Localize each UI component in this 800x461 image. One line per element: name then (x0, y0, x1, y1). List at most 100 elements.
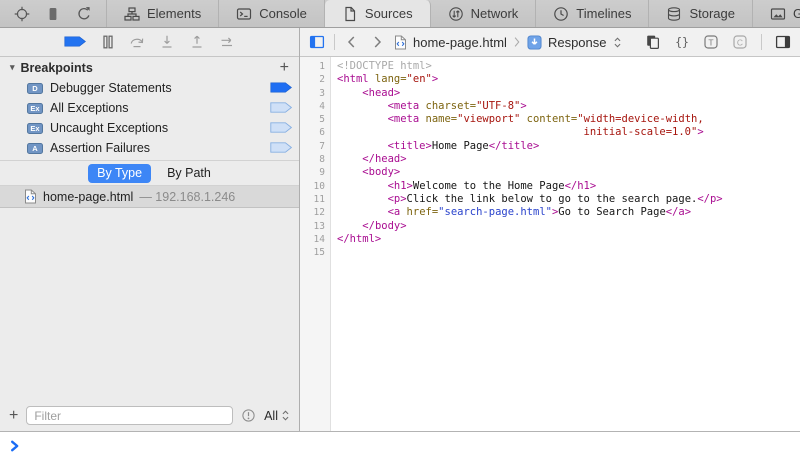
source-code-editor[interactable]: 123456789101112131415 <!DOCTYPE html><ht… (300, 57, 800, 431)
nav-divider (334, 34, 335, 50)
breakpoint-item[interactable]: DDebugger Statements (0, 78, 299, 98)
copy-icon[interactable] (645, 34, 661, 50)
breakpoint-label: Debugger Statements (50, 81, 172, 95)
pause-icon[interactable] (101, 34, 115, 50)
svg-text:C: C (737, 37, 743, 47)
resource-scope-select[interactable]: All (264, 409, 290, 423)
html-file-icon (24, 189, 37, 204)
code-line: initial-scale=1.0"> (337, 126, 800, 139)
console-tab-icon (236, 6, 252, 22)
debugger-toolbar (0, 28, 299, 57)
code-line (337, 246, 800, 259)
breakpoint-type-badge: Ex (27, 123, 43, 134)
create-resource-button[interactable]: + (9, 408, 18, 424)
updown-chevrons-icon-2[interactable] (613, 36, 622, 49)
type-profiler-icon[interactable]: T (703, 34, 719, 50)
svg-text:{}: {} (675, 35, 689, 49)
resource-view-label[interactable]: Response (548, 35, 607, 50)
step-into-icon[interactable] (159, 34, 175, 50)
tab-label: Graphics (793, 6, 800, 21)
line-number: 14 (300, 233, 325, 246)
step-next-icon[interactable] (219, 34, 235, 50)
network-tab-icon (448, 6, 464, 22)
line-number: 5 (300, 113, 325, 126)
nav-back-icon[interactable] (344, 34, 360, 50)
nav-divider-2 (761, 34, 762, 50)
quick-console-input[interactable] (0, 432, 800, 460)
line-number: 2 (300, 73, 325, 86)
breakpoint-item[interactable]: ExAll Exceptions (0, 98, 299, 118)
tab-label: Network (471, 6, 519, 21)
sidebar-left-toggle-icon[interactable] (309, 34, 325, 50)
timelines-tab-icon (553, 6, 569, 22)
breakpoint-on-icon[interactable] (270, 82, 293, 94)
breadcrumb-separator-icon (513, 35, 521, 49)
code-line: <body> (337, 166, 800, 179)
breakpoint-item[interactable]: Ex Uncaught Exceptions (0, 118, 299, 138)
tab-graphics[interactable]: Graphics (753, 0, 800, 27)
content-navigation-bar: home-page.html Response {} T C (300, 28, 800, 57)
breakpoint-type-badge: A (27, 143, 43, 154)
code-line: <html lang="en"> (337, 73, 800, 86)
line-number: 9 (300, 166, 325, 179)
breakpoints-list: DDebugger StatementsExAll Exceptions Ex Un… (0, 78, 299, 158)
code-area[interactable]: <!DOCTYPE html><html lang="en"> <head> <… (331, 57, 800, 431)
scope-by-type-button[interactable]: By Type (88, 164, 151, 183)
breakpoints-toggle-icon[interactable] (64, 36, 87, 48)
code-line: <meta charset="UTF-8"> (337, 100, 800, 113)
tab-label: Storage (689, 6, 735, 21)
content-pane: home-page.html Response {} T C 123456789… (300, 28, 800, 431)
element-picker-icon[interactable] (14, 6, 30, 22)
line-number: 6 (300, 126, 325, 139)
tab-sources[interactable]: Sources (325, 0, 431, 27)
sidebar-empty-space (0, 208, 299, 400)
device-settings-icon[interactable] (45, 6, 61, 22)
code-coverage-icon[interactable]: C (732, 34, 748, 50)
tab-console[interactable]: Console (219, 0, 325, 27)
editor-actions: {} T C (645, 34, 791, 50)
scope-by-path-button[interactable]: By Path (167, 166, 211, 180)
line-number: 8 (300, 153, 325, 166)
breakpoint-off-icon[interactable] (270, 102, 293, 114)
code-line: </html> (337, 233, 800, 246)
tab-network[interactable]: Network (431, 0, 537, 27)
nav-forward-icon[interactable] (369, 34, 385, 50)
step-out-icon[interactable] (189, 34, 205, 50)
add-breakpoint-button[interactable]: + (280, 60, 289, 76)
svg-text:T: T (708, 37, 713, 47)
resource-host: — 192.168.1.246 (139, 190, 235, 204)
line-number: 3 (300, 87, 325, 100)
breakpoint-off-icon[interactable] (270, 142, 293, 154)
code-line: <a href="search-page.html">Go to Search … (337, 206, 800, 219)
line-number: 11 (300, 193, 325, 206)
line-number: 13 (300, 220, 325, 233)
filter-input[interactable] (26, 406, 233, 425)
reload-icon[interactable] (76, 6, 92, 22)
breakpoint-label: Uncaught Exceptions (50, 121, 168, 135)
updown-chevrons-icon (281, 409, 290, 422)
web-inspector-window: Elements Console Sources Network Timelines St… (0, 0, 800, 461)
tab-label: Console (259, 6, 307, 21)
breadcrumb-file-name[interactable]: home-page.html (413, 35, 507, 50)
breakpoints-section-title: Breakpoints (21, 61, 93, 75)
sidebar-right-toggle-icon[interactable] (775, 34, 791, 50)
main-split: ▾ Breakpoints + DDebugger StatementsExAl… (0, 28, 800, 432)
breakpoint-item[interactable]: AAssertion Failures (0, 138, 299, 158)
debugger-sidebar: ▾ Breakpoints + DDebugger StatementsExAl… (0, 28, 300, 431)
filter-options-icon[interactable] (241, 408, 256, 423)
code-line: <p>Click the link below to go to the sea… (337, 193, 800, 206)
line-number: 7 (300, 140, 325, 153)
tab-label: Sources (365, 6, 413, 21)
code-line: <meta name="viewport" content="width=dev… (337, 113, 800, 126)
pretty-print-icon[interactable]: {} (674, 34, 690, 50)
breakpoint-off-icon[interactable] (270, 122, 293, 134)
main-toolbar: Elements Console Sources Network Timelines St… (0, 0, 800, 28)
tab-timelines[interactable]: Timelines (536, 0, 649, 27)
sidebar-filter-bar: + All (0, 400, 299, 431)
resource-item-home-page[interactable]: home-page.html — 192.168.1.246 (0, 186, 299, 208)
step-over-icon[interactable] (129, 34, 145, 50)
tab-storage[interactable]: Storage (649, 0, 753, 27)
tab-elements[interactable]: Elements (107, 0, 219, 27)
disclosure-triangle-icon[interactable]: ▾ (10, 62, 15, 73)
line-number: 15 (300, 246, 325, 259)
